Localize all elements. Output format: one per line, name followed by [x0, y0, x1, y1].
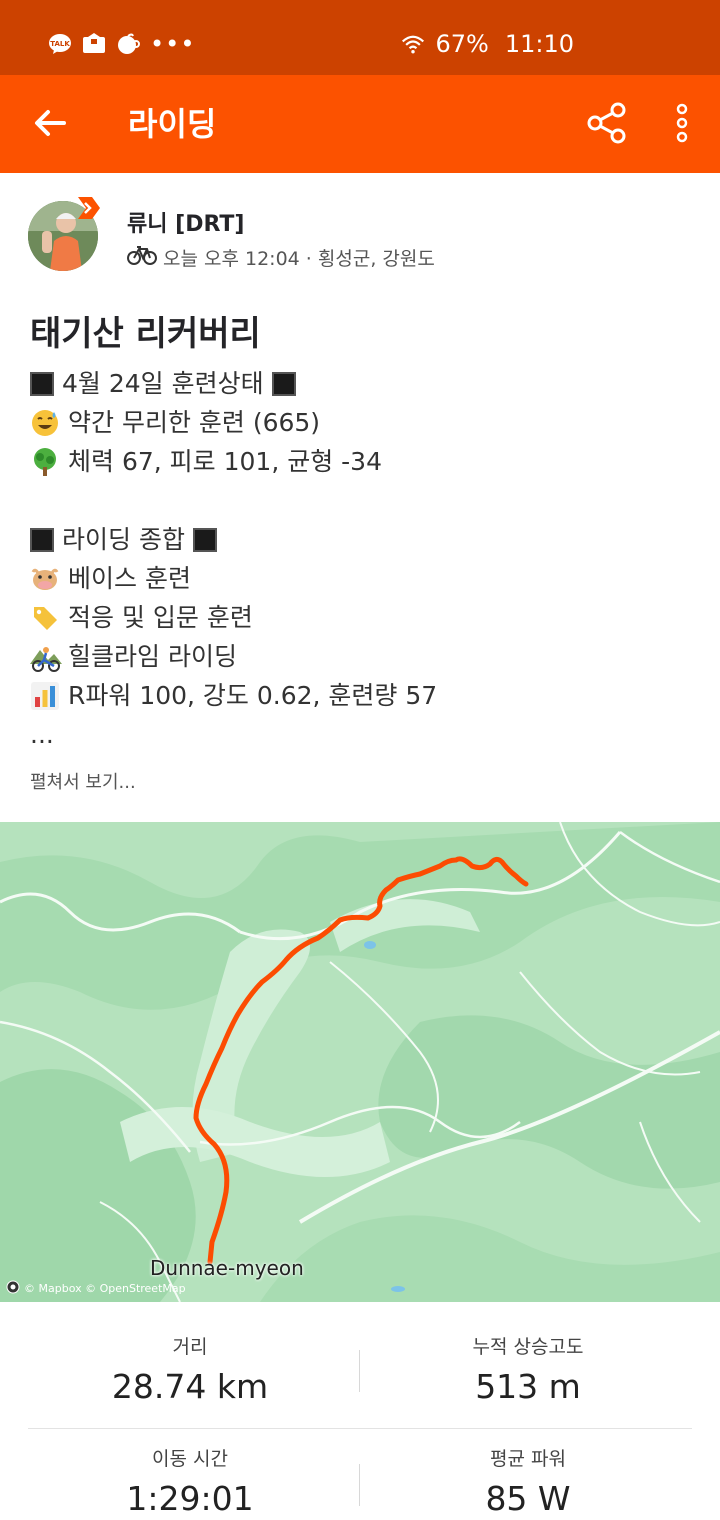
stat-elevation-gain: 누적 상승고도 513 m — [348, 1332, 708, 1406]
activity-title: 태기산 리커버리 — [30, 314, 261, 354]
wifi-icon — [401, 32, 425, 56]
expand-description-link[interactable]: 펼쳐서 보기... — [30, 768, 136, 794]
description-line: ... — [30, 720, 54, 749]
stats-row-divider — [28, 1428, 692, 1429]
subscriber-badge-icon — [76, 195, 102, 221]
bar-chart-icon — [30, 681, 60, 711]
route-map[interactable]: Dunnae-myeon © Mapbox © OpenStreetMap — [0, 822, 720, 1302]
status-bar: TALK ••• 67% 11:10 — [0, 0, 720, 75]
app-bar: 라이딩 — [0, 75, 720, 173]
activity-date-location: 오늘 오후 12:04 · 횡성군, 강원도 — [163, 248, 435, 270]
stat-average-power: 평균 파워 85 W — [348, 1444, 708, 1518]
stat-value: 85 W — [485, 1479, 571, 1518]
black-square-icon — [192, 527, 217, 552]
notification-icons: TALK ••• — [48, 30, 195, 58]
stat-distance: 거리 28.74 km — [10, 1332, 370, 1406]
black-square-icon — [30, 371, 54, 396]
page-title: 라이딩 — [128, 105, 217, 143]
activity-meta: 오늘 오후 12:04 · 횡성군, 강원도 — [127, 244, 435, 271]
back-arrow-icon[interactable] — [30, 103, 70, 143]
battery-level: 67% — [435, 30, 489, 58]
activity-stats: 거리 28.74 km 누적 상승고도 513 m 이동 시간 1:29:01 … — [0, 1302, 720, 1520]
stat-moving-time: 이동 시간 1:29:01 — [10, 1444, 370, 1518]
description-line: R파워 100, 강도 0.62, 훈련량 57 — [30, 676, 437, 715]
stat-label: 거리 — [172, 1336, 208, 1358]
description-line: 베이스 훈련 — [30, 559, 437, 598]
mapbox-logo-icon — [6, 1280, 20, 1297]
description-line: 4월 24일 훈련상태 — [30, 364, 437, 403]
description-line: 약간 무리한 훈련 (665) — [30, 403, 437, 442]
svg-text:TALK: TALK — [50, 40, 70, 48]
description-line: 라이딩 종합 — [30, 520, 437, 559]
stat-value: 28.74 km — [111, 1367, 269, 1406]
clock: 11:10 — [504, 30, 574, 58]
mountain-biker-icon — [30, 642, 62, 672]
kakaotalk-icon: TALK — [48, 32, 72, 56]
description-line: 체력 67, 피로 101, 균형 -34 — [30, 442, 437, 481]
activity-description: 4월 24일 훈련상태 약간 무리한 훈련 (665) 체력 67, 피로 10… — [30, 364, 437, 754]
description-line — [30, 481, 437, 520]
sweat-smile-icon — [30, 408, 60, 438]
label-tag-icon — [30, 603, 60, 633]
cow-face-icon — [30, 564, 60, 594]
more-notifications-icon: ••• — [150, 30, 196, 58]
tree-icon — [30, 447, 60, 477]
system-status: 67% 11:10 — [401, 30, 574, 58]
mail-icon — [82, 32, 106, 56]
stat-label: 이동 시간 — [152, 1448, 228, 1470]
coffee-icon — [116, 32, 140, 56]
description-line: 힐클라임 라이딩 — [30, 637, 437, 676]
black-square-icon — [30, 527, 54, 552]
stat-label: 평균 파워 — [490, 1448, 566, 1470]
stat-label: 누적 상승고도 — [472, 1336, 584, 1358]
map-place-label: Dunnae-myeon — [150, 1256, 304, 1280]
stat-value: 513 m — [475, 1367, 581, 1406]
bicycle-icon — [127, 245, 157, 270]
stat-value: 1:29:01 — [126, 1479, 254, 1518]
athlete-name[interactable]: 류니 [DRT] — [127, 206, 244, 238]
black-square-icon — [271, 371, 296, 396]
share-icon[interactable] — [586, 101, 630, 145]
map-attribution[interactable]: © Mapbox © OpenStreetMap — [6, 1280, 186, 1297]
description-line: 적응 및 입문 훈련 — [30, 598, 437, 637]
overflow-menu-icon[interactable] — [666, 101, 698, 145]
